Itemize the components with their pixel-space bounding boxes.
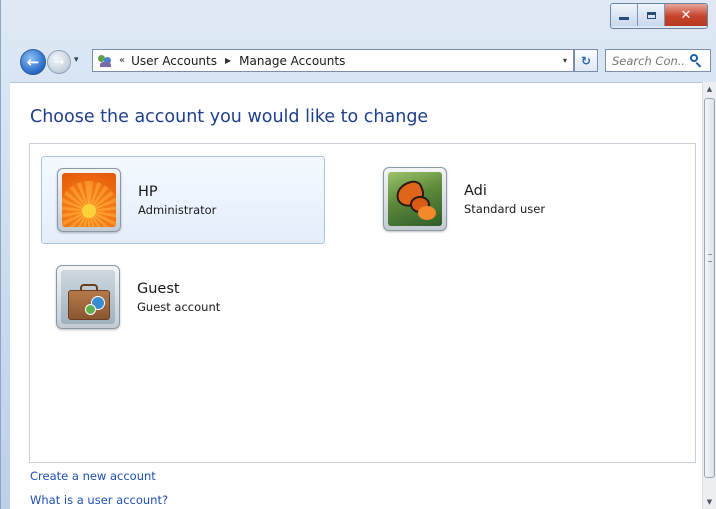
- recent-pages-dropdown[interactable]: ▾: [74, 55, 84, 67]
- avatar-briefcase: [56, 265, 120, 329]
- window-controls: ✕: [610, 3, 708, 29]
- account-type: Administrator: [138, 202, 217, 217]
- scroll-down-icon[interactable]: ▼: [703, 495, 716, 509]
- navigation-bar: ← → ▾ « User Accounts ▶ Manage Accounts …: [0, 44, 716, 78]
- avatar-butterfly: [383, 167, 447, 231]
- refresh-button[interactable]: ↻: [574, 49, 598, 72]
- scrollbar-thumb[interactable]: [704, 98, 715, 478]
- close-button[interactable]: ✕: [665, 4, 707, 26]
- account-type: Guest account: [137, 299, 221, 314]
- create-account-link[interactable]: Create a new account: [30, 469, 156, 483]
- account-type: Standard user: [464, 201, 546, 216]
- breadcrumb-user-accounts[interactable]: User Accounts: [131, 54, 217, 68]
- breadcrumb-separator-icon[interactable]: ▶: [225, 56, 231, 65]
- grip-icon: [708, 254, 712, 262]
- maximize-icon: [646, 11, 656, 19]
- account-name: Guest: [137, 280, 180, 297]
- chevron-down-icon: ▾: [74, 55, 79, 65]
- minimize-icon: [619, 16, 629, 20]
- close-icon: ✕: [680, 7, 692, 23]
- back-button[interactable]: ←: [20, 49, 46, 75]
- search-icon[interactable]: [688, 53, 704, 69]
- scroll-up-icon[interactable]: ▲: [703, 82, 716, 96]
- account-tile-hp[interactable]: HP Administrator: [41, 156, 325, 244]
- what-is-user-account-link[interactable]: What is a user account?: [30, 493, 168, 507]
- back-arrow-icon: ←: [26, 53, 40, 71]
- account-name: Adi: [464, 182, 487, 199]
- account-tile-guest[interactable]: Guest Guest account: [41, 255, 323, 339]
- account-tile-adi[interactable]: Adi Standard user: [382, 157, 662, 241]
- accounts-list: HP Administrator Adi Standard user Guest…: [29, 143, 696, 463]
- user-accounts-icon: [97, 54, 115, 68]
- search-box[interactable]: [605, 49, 711, 72]
- search-input[interactable]: [612, 53, 686, 68]
- forward-button[interactable]: →: [47, 50, 71, 74]
- account-name: HP: [138, 183, 158, 200]
- forward-arrow-icon: →: [53, 54, 65, 70]
- refresh-icon: ↻: [580, 53, 592, 68]
- minimize-button[interactable]: [611, 4, 638, 26]
- address-bar[interactable]: « User Accounts ▶ Manage Accounts ▾: [92, 49, 574, 72]
- address-overflow-icon[interactable]: «: [119, 55, 125, 66]
- address-dropdown-icon[interactable]: ▾: [556, 56, 573, 65]
- vertical-scrollbar[interactable]: ▲ ▼: [702, 82, 716, 509]
- avatar-flower: [57, 168, 121, 232]
- content-pane: Choose the account you would like to cha…: [10, 82, 704, 509]
- breadcrumb-manage-accounts[interactable]: Manage Accounts: [239, 54, 345, 68]
- page-title: Choose the account you would like to cha…: [30, 107, 429, 127]
- maximize-button[interactable]: [638, 4, 665, 26]
